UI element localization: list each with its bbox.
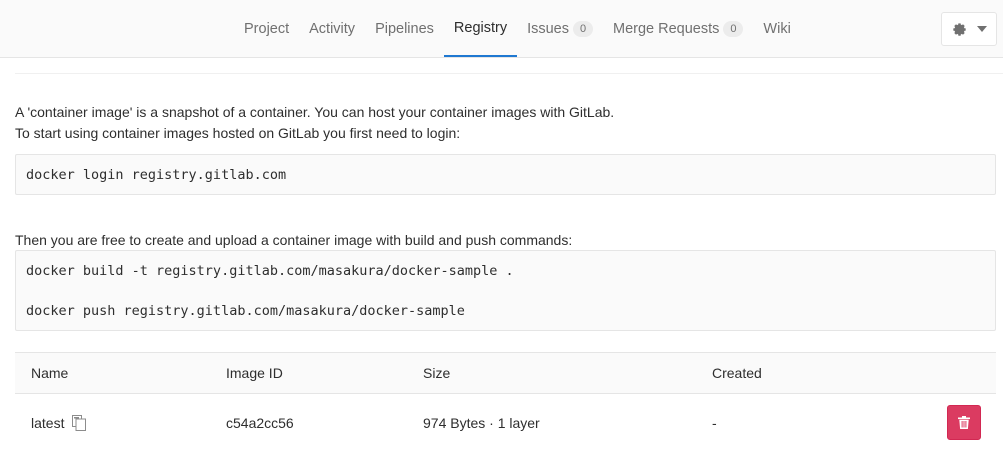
build-push-code-block: docker build -t registry.gitlab.com/masa… [15,250,996,331]
registry-intro: A 'container image' is a snapshot of a c… [15,102,614,144]
tab-merge-requests[interactable]: Merge Requests 0 [603,0,753,57]
tab-registry[interactable]: Registry [443,0,518,57]
tab-registry-label: Registry [453,19,508,36]
build-command: docker build -t registry.gitlab.com/masa… [26,263,514,279]
tab-wiki[interactable]: Wiki [753,0,800,57]
build-push-intro: Then you are free to create and upload a… [15,232,573,248]
tab-activity-label: Activity [309,20,356,37]
login-command: docker login registry.gitlab.com [26,167,287,183]
table-header: Name Image ID Size Created [15,352,996,394]
row-created: - [712,415,717,431]
tab-wiki-label: Wiki [763,20,791,37]
content-divider [15,73,1003,74]
clipboard-icon[interactable] [72,415,87,431]
tab-issues-label: Issues [527,20,570,37]
nav-tabs: Project Activity Pipelines Registry Issu… [234,0,801,57]
login-code-block: docker login registry.gitlab.com [15,154,996,195]
merge-requests-count-badge: 0 [723,20,744,37]
tab-pipelines[interactable]: Pipelines [365,0,444,57]
image-tag-name: latest [31,415,65,431]
gear-icon [952,22,966,36]
intro-line-2: To start using container images hosted o… [15,125,461,141]
caret-down-icon [976,26,987,32]
delete-image-button[interactable] [947,405,981,440]
table-row: latest c54a2cc56 974 Bytes · 1 layer - [15,394,996,452]
tab-project[interactable]: Project [234,0,299,57]
row-size: 974 Bytes · 1 layer [423,415,540,431]
tab-issues[interactable]: Issues 0 [517,0,603,57]
issues-count-badge: 0 [573,20,594,37]
container-images-table: Name Image ID Size Created latest c54a2c… [15,352,996,452]
tab-activity[interactable]: Activity [299,0,365,57]
header-size: Size [423,365,451,381]
header-name: Name [31,365,69,381]
header-created: Created [712,365,762,381]
tab-merge-requests-label: Merge Requests [613,20,720,37]
row-image-id: c54a2cc56 [226,415,294,431]
tab-pipelines-label: Pipelines [375,20,434,37]
header-image-id: Image ID [226,365,283,381]
row-name-cell: latest [31,394,87,452]
settings-dropdown-button[interactable] [941,12,997,46]
push-command: docker push registry.gitlab.com/masakura… [26,303,465,319]
project-nav-bar: Project Activity Pipelines Registry Issu… [0,0,1003,58]
tab-project-label: Project [244,20,290,37]
intro-line-1: A 'container image' is a snapshot of a c… [15,104,615,120]
trash-icon [958,416,970,429]
